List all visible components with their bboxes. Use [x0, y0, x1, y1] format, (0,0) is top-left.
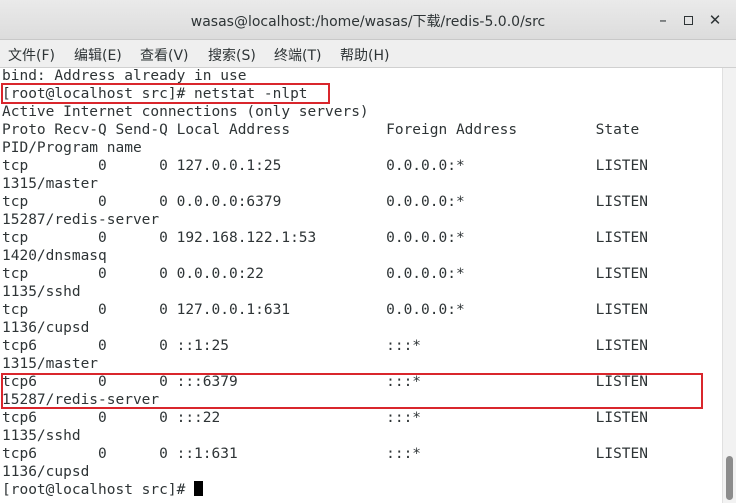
- table-header: Proto Recv-Q Send-Q Local Address Foreig…: [2, 122, 640, 138]
- shell-prompt: [root@localhost src]#: [2, 482, 195, 498]
- table-header-cont: PID/Program name: [2, 140, 142, 156]
- prompt-line[interactable]: [root@localhost src]#: [2, 481, 204, 499]
- table-row-program: 1420/dnsmasq: [2, 248, 107, 264]
- minimize-icon: –: [659, 11, 667, 29]
- menu-view[interactable]: 查看(V): [140, 45, 189, 65]
- table-row-program: 1136/cupsd: [2, 464, 90, 480]
- scrollbar-thumb[interactable]: [726, 456, 733, 500]
- maximize-button[interactable]: [678, 10, 698, 30]
- table-row-program: 1136/cupsd: [2, 320, 90, 336]
- menu-terminal[interactable]: 终端(T): [274, 45, 321, 65]
- table-row: tcp6 0 0 :::22 :::* LISTEN: [2, 410, 649, 426]
- table-row-program: 1315/master: [2, 356, 99, 372]
- output-line: Active Internet connections (only server…: [2, 104, 369, 120]
- menu-help[interactable]: 帮助(H): [340, 45, 389, 65]
- menu-file[interactable]: 文件(F): [8, 45, 55, 65]
- vertical-scrollbar[interactable]: [722, 68, 736, 503]
- table-row: tcp6 0 0 ::1:25 :::* LISTEN: [2, 338, 649, 354]
- menu-search[interactable]: 搜索(S): [208, 45, 256, 65]
- table-row-program: 1135/sshd: [2, 428, 81, 444]
- terminal-output[interactable]: bind: Address already in use [root@local…: [0, 68, 722, 503]
- table-row: tcp 0 0 0.0.0.0:22 0.0.0.0:* LISTEN: [2, 266, 649, 282]
- table-row: tcp 0 0 127.0.0.1:25 0.0.0.0:* LISTEN: [2, 158, 649, 174]
- menu-edit[interactable]: 编辑(E): [74, 45, 122, 65]
- close-icon: ✕: [708, 11, 722, 29]
- table-row-program: 15287/redis-server: [2, 212, 160, 228]
- table-row: tcp 0 0 192.168.122.1:53 0.0.0.0:* LISTE…: [2, 230, 649, 246]
- maximize-icon: [683, 16, 693, 25]
- command-highlight-box: [1, 83, 330, 104]
- window-title: wasas@localhost:/home/wasas/下载/redis-5.0…: [190, 14, 546, 30]
- text-cursor: [194, 481, 204, 496]
- minimize-button[interactable]: –: [653, 10, 673, 30]
- table-row-program: 1135/sshd: [2, 284, 81, 300]
- table-row-program: 1315/master: [2, 176, 99, 192]
- table-row: tcp 0 0 0.0.0.0:6379 0.0.0.0:* LISTEN: [2, 194, 649, 210]
- menu-bar: 文件(F) 编辑(E) 查看(V) 搜索(S) 终端(T) 帮助(H): [0, 40, 736, 68]
- close-button[interactable]: ✕: [705, 10, 725, 30]
- redis-port-highlight-box: [1, 373, 703, 409]
- title-bar: wasas@localhost:/home/wasas/下载/redis-5.0…: [0, 0, 736, 40]
- table-row: tcp6 0 0 ::1:631 :::* LISTEN: [2, 446, 649, 462]
- table-row: tcp 0 0 127.0.0.1:631 0.0.0.0:* LISTEN: [2, 302, 649, 318]
